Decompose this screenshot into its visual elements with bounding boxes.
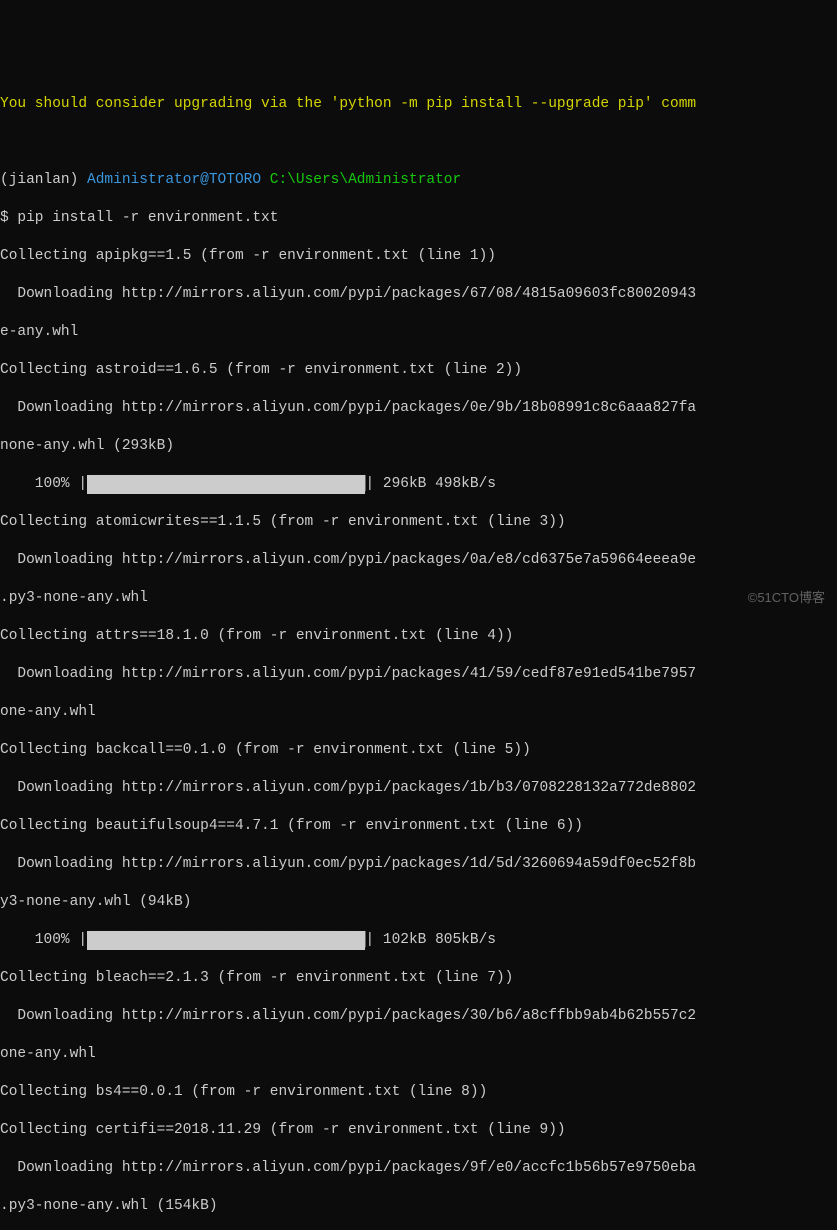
progress-percent: 100% | (0, 932, 87, 948)
path: C:\Users\Administrator (270, 172, 461, 188)
output-line: Collecting astroid==1.6.5 (from -r envir… (0, 361, 837, 380)
prompt-symbol: $ (0, 210, 9, 226)
pip-warning: You should consider upgrading via the 'p… (0, 95, 837, 114)
output-line: Downloading http://mirrors.aliyun.com/py… (0, 551, 837, 570)
output-line: Downloading http://mirrors.aliyun.com/py… (0, 1007, 837, 1026)
terminal-output[interactable]: You should consider upgrading via the 'p… (0, 76, 837, 1230)
output-line: Collecting attrs==18.1.0 (from -r enviro… (0, 627, 837, 646)
command: pip install -r environment.txt (17, 210, 278, 226)
progress-fill: ████████████████████████████████ (87, 931, 365, 950)
output-line: Downloading http://mirrors.aliyun.com/py… (0, 285, 837, 304)
output-line: .py3-none-any.whl (0, 589, 837, 608)
watermark: ©51CTO博客 (748, 588, 825, 607)
output-line: one-any.whl (0, 1045, 837, 1064)
progress-fill: ████████████████████████████████ (87, 475, 365, 494)
output-line: .py3-none-any.whl (154kB) (0, 1197, 837, 1216)
output-line: y3-none-any.whl (94kB) (0, 893, 837, 912)
output-line: Collecting beautifulsoup4==4.7.1 (from -… (0, 817, 837, 836)
output-line: Collecting backcall==0.1.0 (from -r envi… (0, 741, 837, 760)
output-line: Collecting atomicwrites==1.1.5 (from -r … (0, 513, 837, 532)
output-line: Downloading http://mirrors.aliyun.com/py… (0, 665, 837, 684)
user-host: Administrator@TOTORO (87, 172, 261, 188)
command-line: $ pip install -r environment.txt (0, 209, 837, 228)
prompt-line: (jianlan) Administrator@TOTORO C:\Users\… (0, 171, 837, 190)
blank-line (0, 133, 837, 152)
output-line: Downloading http://mirrors.aliyun.com/py… (0, 399, 837, 418)
output-line: Downloading http://mirrors.aliyun.com/py… (0, 779, 837, 798)
output-line: Collecting bs4==0.0.1 (from -r environme… (0, 1083, 837, 1102)
output-line: Collecting certifi==2018.11.29 (from -r … (0, 1121, 837, 1140)
output-line: Collecting apipkg==1.5 (from -r environm… (0, 247, 837, 266)
progress-bar: 100% |████████████████████████████████| … (0, 931, 837, 950)
env-name: (jianlan) (0, 172, 78, 188)
progress-bar: 100% |████████████████████████████████| … (0, 475, 837, 494)
output-line: none-any.whl (293kB) (0, 437, 837, 456)
progress-stats: | 296kB 498kB/s (365, 476, 496, 492)
output-line: Downloading http://mirrors.aliyun.com/py… (0, 855, 837, 874)
output-line: one-any.whl (0, 703, 837, 722)
output-line: e-any.whl (0, 323, 837, 342)
output-line: Collecting bleach==2.1.3 (from -r enviro… (0, 969, 837, 988)
progress-percent: 100% | (0, 476, 87, 492)
progress-stats: | 102kB 805kB/s (365, 932, 496, 948)
output-line: Downloading http://mirrors.aliyun.com/py… (0, 1159, 837, 1178)
